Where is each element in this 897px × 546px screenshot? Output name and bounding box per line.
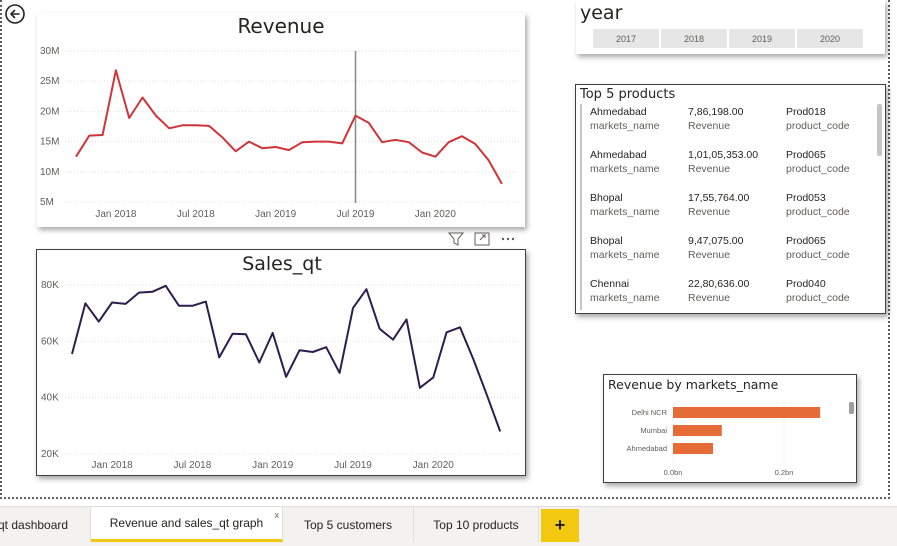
- list-item: Ahmedabad markets_name 1,01,05,353.00 Re…: [580, 147, 878, 190]
- series-line: [71, 284, 502, 432]
- bar: [673, 407, 821, 418]
- markets-bar-chart-visual[interactable]: Revenue by markets_name Delhi NCR Mumbai A…: [603, 374, 857, 483]
- year-option-2019[interactable]: 2019: [729, 29, 795, 48]
- x-tick-label: Jul 2019: [334, 460, 372, 471]
- tab-top-10-products[interactable]: Top 10 products: [414, 507, 539, 542]
- y-tick-label: 15M: [40, 137, 59, 148]
- tab-label: qt dashboard: [0, 517, 69, 532]
- top-products-title: Top 5 products: [580, 87, 676, 102]
- bar: [673, 425, 722, 436]
- category-label: Ahmedabad: [627, 444, 667, 453]
- market-label: markets_name: [590, 120, 660, 132]
- year-slicer-options: 2017 2018 2019 2020: [593, 29, 863, 48]
- y-tick-label: 40K: [41, 393, 59, 404]
- y-tick-label: 30M: [40, 46, 59, 57]
- revenue-label: Revenue: [688, 120, 731, 132]
- y-tick-label: 20K: [41, 449, 59, 460]
- series-line: [75, 69, 503, 185]
- x-tick-label: 0.2bn: [775, 468, 794, 477]
- list-item: Chennai markets_name 22,80,636.00 Revenu…: [580, 276, 878, 310]
- product-value: Prod065: [786, 235, 826, 247]
- tab-qt-dashboard[interactable]: qt dashboard: [0, 507, 91, 542]
- revenue-label: Revenue: [688, 163, 731, 175]
- market-value: Ahmedabad: [590, 106, 647, 118]
- tab-top-5-customers[interactable]: Top 5 customers: [283, 507, 414, 542]
- tab-label: Top 5 customers: [303, 517, 393, 532]
- x-tick-label: Jul 2019: [337, 209, 375, 220]
- category-label: Mumbai: [640, 426, 667, 435]
- product-value: Prod040: [786, 278, 826, 290]
- product-value: Prod053: [786, 192, 826, 204]
- x-tick-label: Jan 2020: [415, 209, 457, 220]
- x-tick-label: Jan 2018: [92, 460, 134, 471]
- year-option-2020[interactable]: 2020: [797, 29, 863, 48]
- revenue-line-chart: 30M 25M 20M 15M 10M 5M Jan 2018 Jul 2018 Jan 201…: [40, 46, 519, 220]
- revenue-value: 7,86,198.00: [688, 106, 744, 118]
- top-products-list: Ahmedabad markets_name 7,86,198.00 Reven…: [580, 104, 878, 310]
- more-options-icon[interactable]: [499, 230, 517, 248]
- market-value: Chennai: [590, 278, 630, 290]
- product-value: Prod065: [786, 149, 826, 161]
- tab-label: Revenue and sales_qt graph: [109, 516, 264, 530]
- revenue-value: 9,47,075.00: [688, 235, 744, 247]
- market-value: Bhopal: [590, 235, 623, 247]
- year-slicer: year 2017 2018 2019 2020: [576, 0, 885, 54]
- year-option-2018[interactable]: 2018: [661, 29, 727, 48]
- category-label: Delhi NCR: [632, 408, 668, 417]
- filter-icon[interactable]: [447, 230, 465, 248]
- visual-header: [447, 230, 517, 248]
- x-tick-label: Jan 2020: [413, 460, 455, 471]
- market-label: markets_name: [590, 163, 660, 175]
- revenue-value: 1,01,05,353.00: [688, 149, 759, 161]
- y-tick-label: 10M: [40, 167, 59, 178]
- product-label: product_code: [786, 249, 850, 261]
- focus-mode-icon[interactable]: [473, 230, 491, 248]
- sales-qt-line-chart: 80K 60K 40K 20K Jan 2018 Jul 2018 Jan 2019 Jul …: [41, 280, 521, 471]
- list-item: Ahmedabad markets_name 7,86,198.00 Reven…: [580, 104, 878, 147]
- x-tick-label: Jul 2018: [174, 460, 212, 471]
- market-label: markets_name: [590, 292, 660, 304]
- market-value: Bhopal: [590, 192, 623, 204]
- y-tick-label: 25M: [40, 76, 59, 87]
- revenue-value: 22,80,636.00: [688, 278, 750, 290]
- market-label: markets_name: [590, 249, 660, 261]
- product-label: product_code: [786, 292, 850, 304]
- markets-chart-scrollbar[interactable]: [849, 402, 854, 414]
- revenue-label: Revenue: [688, 292, 731, 304]
- top-products-card: Top 5 products Ahmedabad markets_name 7,…: [575, 84, 886, 314]
- product-label: product_code: [786, 206, 850, 218]
- y-tick-label: 60K: [41, 336, 59, 347]
- year-slicer-title: year: [580, 2, 623, 24]
- close-icon[interactable]: x: [275, 510, 280, 520]
- sales-qt-chart-visual[interactable]: Sales_qt 80K 60K 40K 20K Jan 2018 Jul 2018 Jan…: [36, 249, 526, 476]
- back-arrow-icon[interactable]: [4, 3, 26, 25]
- y-tick-label: 20M: [40, 106, 59, 117]
- market-label: markets_name: [590, 206, 660, 218]
- x-tick-label: Jan 2019: [252, 460, 294, 471]
- product-label: product_code: [786, 120, 850, 132]
- year-option-2017[interactable]: 2017: [593, 29, 659, 48]
- markets-bar-chart: Delhi NCR Mumbai Ahmedabad 0.0bn 0.2bn: [627, 403, 821, 477]
- list-item: Bhopal markets_name 17,55,764.00 Revenue…: [580, 190, 878, 233]
- revenue-label: Revenue: [688, 249, 731, 261]
- x-tick-label: 0.0bn: [664, 468, 683, 477]
- list-item: Bhopal markets_name 9,47,075.00 Revenue …: [580, 233, 878, 276]
- bar: [673, 443, 713, 454]
- add-page-button[interactable]: +: [541, 509, 579, 542]
- product-value: Prod018: [786, 106, 826, 118]
- y-tick-label: 80K: [41, 280, 59, 291]
- x-tick-label: Jan 2019: [255, 209, 297, 220]
- tab-revenue-sales-qt-graph[interactable]: Revenue and sales_qt graph x: [91, 507, 283, 542]
- top-products-scrollbar[interactable]: [877, 104, 882, 156]
- revenue-chart-visual[interactable]: Revenue 30M 25M 20M 15M 10M 5M Jan 2018 Jul 201…: [37, 13, 525, 227]
- x-tick-label: Jan 2018: [95, 209, 137, 220]
- revenue-label: Revenue: [688, 206, 731, 218]
- revenue-value: 17,55,764.00: [688, 192, 750, 204]
- y-tick-label: 5M: [40, 197, 54, 208]
- x-tick-label: Jul 2018: [177, 209, 215, 220]
- product-label: product_code: [786, 163, 850, 175]
- tab-label: Top 10 products: [433, 517, 519, 532]
- page-tabs-bar: qt dashboard Revenue and sales_qt graph …: [0, 506, 897, 546]
- market-value: Ahmedabad: [590, 149, 647, 161]
